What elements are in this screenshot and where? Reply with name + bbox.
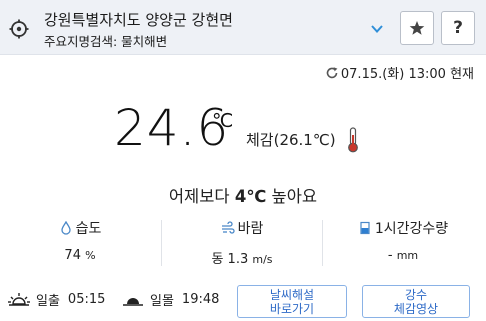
sunset-label: 일몰 — [150, 294, 174, 309]
update-time[interactable]: 07.15.(화) 13:00 현재 — [325, 63, 474, 82]
weather-commentary-line2: 바로가기 — [269, 301, 315, 316]
temperature-unit: ℃ — [212, 110, 234, 132]
location-name[interactable]: 강원특별자치도 양양군 강현면 — [44, 9, 233, 30]
location-header: 강원특별자치도 양양군 강현면 주요지명검색: 물치해변 ? — [0, 0, 486, 55]
favorite-button[interactable] — [400, 11, 434, 45]
update-time-text: 07.15.(화) 13:00 현재 — [340, 67, 474, 82]
humidity-value: 74 — [64, 248, 81, 263]
sunrise-time: 05:15 — [67, 292, 106, 307]
wind-label: 바람 — [237, 221, 264, 237]
precipitation-video-line1: 강수 — [404, 287, 428, 302]
rain-gauge-icon — [360, 221, 370, 235]
humidity-stat: 습도 74 % — [0, 218, 160, 270]
star-icon — [409, 21, 425, 35]
rainfall-stat: 1시간강수량 - mm — [323, 218, 483, 270]
comparison-prefix: 어제보다 — [168, 187, 235, 206]
rainfall-value: - — [387, 248, 393, 263]
crosshair-icon[interactable] — [9, 19, 29, 39]
landmark-search-label: 주요지명검색: 물치해변 — [44, 34, 168, 49]
yesterday-comparison: 어제보다 4℃ 높아요 — [0, 183, 486, 207]
comparison-suffix: 높아요 — [266, 187, 318, 206]
humidity-unit: % — [85, 249, 96, 262]
sunset-icon — [123, 297, 143, 306]
sunrise-label: 일출 — [36, 294, 60, 309]
rainfall-unit: mm — [396, 249, 419, 262]
thermometer-icon — [348, 127, 358, 153]
wind-unit: m/s — [252, 253, 273, 266]
weather-commentary-button[interactable]: 날씨해설 바로가기 — [237, 285, 347, 318]
droplet-icon — [60, 221, 71, 235]
wind-stat: 바람 동 1.3 m/s — [162, 218, 322, 270]
weather-commentary-line1: 날씨해설 — [269, 287, 315, 302]
wind-icon — [221, 221, 235, 234]
sunset-info: 일몰 19:48 — [122, 290, 219, 309]
precipitation-video-line2: 체감영상 — [393, 301, 439, 316]
chevron-down-icon[interactable] — [369, 21, 385, 37]
precipitation-video-button[interactable]: 강수 체감영상 — [362, 285, 470, 318]
refresh-icon[interactable] — [325, 66, 339, 80]
rainfall-label: 1시간강수량 — [374, 221, 449, 237]
comparison-delta: 4℃ — [234, 187, 267, 206]
weather-stats: 습도 74 % 바람 동 1.3 m/s 1시간강수량 - mm — [0, 218, 486, 270]
sunset-time: 19:48 — [181, 292, 220, 307]
humidity-label: 습도 — [75, 221, 102, 237]
feels-like-temperature: 체감(26.1℃) — [246, 131, 336, 149]
sunrise-icon — [8, 292, 30, 306]
wind-value: 동 1.3 — [211, 252, 249, 267]
help-button[interactable]: ? — [441, 11, 475, 45]
sunrise-info: 일출 05:15 — [8, 290, 105, 309]
